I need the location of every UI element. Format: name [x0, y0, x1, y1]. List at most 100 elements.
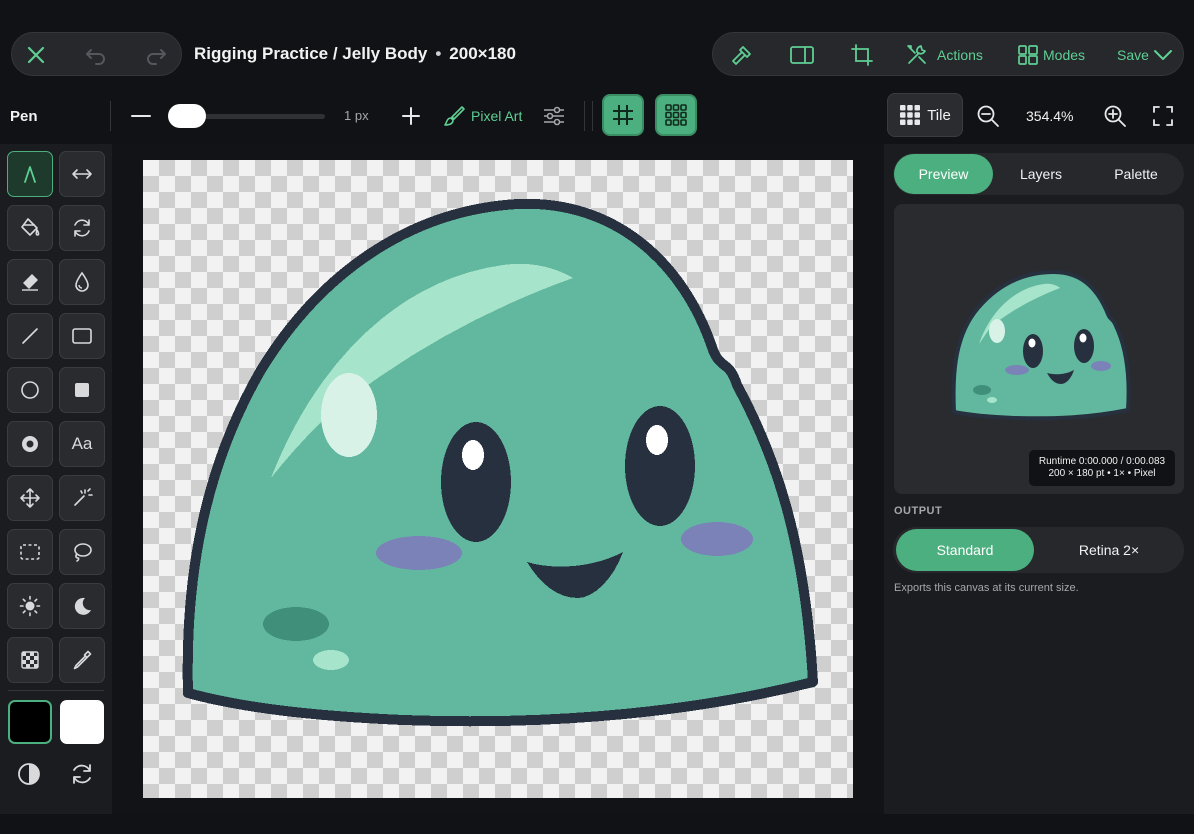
primary-color-swatch[interactable] — [8, 700, 52, 744]
tool-flip[interactable] — [59, 151, 105, 197]
crop-icon — [851, 44, 873, 66]
redo-icon — [147, 49, 166, 65]
secondary-color-swatch[interactable] — [60, 700, 104, 744]
tool-lasso[interactable] — [59, 529, 105, 575]
brush-icon — [444, 106, 465, 126]
crop-button[interactable] — [845, 39, 879, 71]
tool-rectangle[interactable] — [59, 313, 105, 359]
rectangle-filled-icon — [75, 383, 89, 397]
grid-modes-icon — [1018, 45, 1038, 65]
move-icon — [20, 488, 40, 508]
hammer-button[interactable] — [725, 39, 759, 71]
right-panel: Preview Layers Palette Runtime 0:00.000 … — [884, 144, 1194, 814]
sidebar-toggle-button[interactable] — [785, 39, 819, 71]
output-retina[interactable]: Retina 2× — [1036, 529, 1182, 571]
redo-button[interactable] — [140, 39, 172, 71]
swap-colors-button[interactable] — [68, 760, 96, 788]
ellipse-filled-icon — [22, 436, 38, 452]
tool-rotate[interactable] — [59, 205, 105, 251]
tab-preview[interactable]: Preview — [894, 154, 993, 194]
tab-layers[interactable]: Layers — [993, 154, 1089, 194]
tool-options-bar: Pen 1 px Pixel Art — [0, 88, 884, 144]
zoom-out-button[interactable] — [974, 102, 1002, 130]
minus-icon — [131, 115, 151, 117]
flip-horizontal-icon — [72, 169, 92, 179]
eraser-icon — [22, 274, 38, 291]
pen-icon — [24, 166, 36, 183]
tool-dither[interactable] — [7, 637, 53, 683]
divider — [584, 101, 585, 131]
slime-artwork — [182, 198, 818, 727]
swap-icon — [73, 764, 91, 784]
tool-ellipse[interactable] — [7, 367, 53, 413]
zoom-in-icon — [1104, 105, 1126, 127]
tool-eraser[interactable] — [7, 259, 53, 305]
tool-paint-bucket[interactable] — [7, 205, 53, 251]
close-icon — [27, 46, 45, 64]
smudge-drop-icon — [75, 271, 89, 292]
modes-button[interactable]: Modes — [1017, 39, 1085, 71]
top-bar: Rigging Practice / Jelly Body • 200×180 Ac… — [0, 0, 1194, 88]
tab-palette[interactable]: Palette — [1089, 154, 1183, 194]
panel-tabs: Preview Layers Palette — [893, 153, 1184, 195]
tool-pen[interactable] — [7, 151, 53, 197]
output-heading: OUTPUT — [894, 505, 943, 517]
output-options: Standard Retina 2× — [893, 527, 1184, 573]
tile-grid-toggle[interactable] — [655, 94, 697, 136]
undo-button[interactable] — [80, 39, 112, 71]
tool-line[interactable] — [7, 313, 53, 359]
zoom-out-icon — [977, 105, 999, 127]
brush-mode-button[interactable]: Pixel Art — [442, 102, 522, 130]
pixel-grid-toggle[interactable] — [602, 94, 644, 136]
toolbox: Aa — [0, 144, 112, 814]
line-icon — [22, 328, 38, 344]
zoom-level[interactable]: 354.4% — [1026, 108, 1073, 124]
output-standard[interactable]: Standard — [896, 529, 1034, 571]
divider — [592, 101, 593, 131]
tool-smudge[interactable] — [59, 259, 105, 305]
contrast-icon — [18, 763, 40, 785]
tool-rectangle-filled[interactable] — [59, 367, 105, 413]
decrease-size-button[interactable] — [128, 102, 154, 130]
magic-wand-icon — [74, 488, 93, 506]
preview-area: Runtime 0:00.000 / 0:00.083 200 × 180 pt… — [894, 204, 1184, 494]
brush-mode-label: Pixel Art — [471, 108, 523, 124]
tool-eyedropper[interactable] — [59, 637, 105, 683]
tool-rect-select[interactable] — [7, 529, 53, 575]
tool-darken[interactable] — [59, 583, 105, 629]
ellipse-outline-icon — [21, 381, 39, 399]
increase-size-button[interactable] — [398, 102, 424, 130]
actions-button[interactable]: Actions — [905, 39, 983, 71]
tool-move[interactable] — [7, 475, 53, 521]
dot-grid-icon — [665, 104, 687, 126]
tool-magic-wand[interactable] — [59, 475, 105, 521]
text-icon: Aa — [71, 434, 93, 453]
hash-grid-icon — [613, 105, 633, 125]
output-note: Exports this canvas at its current size. — [894, 582, 1079, 594]
undo-icon — [86, 49, 105, 65]
paint-bucket-icon — [21, 218, 40, 236]
hammer-icon — [732, 46, 751, 65]
rect-select-icon — [20, 544, 40, 560]
tool-brighten[interactable] — [7, 583, 53, 629]
brush-settings-button[interactable] — [540, 102, 568, 130]
history-controls — [11, 32, 182, 76]
color-mode-button[interactable] — [16, 760, 42, 788]
tool-ellipse-filled[interactable] — [7, 421, 53, 467]
zoom-bar: Tile 354.4% — [884, 88, 1194, 144]
document-title: Rigging Practice / Jelly Body • 200×180 — [194, 44, 516, 64]
close-button[interactable] — [20, 39, 52, 71]
tools-wrench-icon — [907, 45, 926, 64]
tile-button[interactable]: Tile — [887, 93, 963, 137]
bottom-strip — [0, 814, 1194, 834]
drawing-canvas[interactable] — [143, 160, 853, 798]
modes-label: Modes — [1043, 47, 1086, 63]
save-button[interactable]: Save — [1117, 39, 1173, 71]
tool-text[interactable]: Aa — [59, 421, 105, 467]
fullscreen-button[interactable] — [1149, 102, 1177, 130]
chevron-down-icon — [1153, 50, 1172, 60]
divider — [110, 101, 111, 131]
brush-size-slider-knob[interactable] — [168, 104, 206, 128]
zoom-in-button[interactable] — [1101, 102, 1129, 130]
runtime-timecode: Runtime 0:00.000 / 0:00.083 — [1038, 456, 1166, 467]
